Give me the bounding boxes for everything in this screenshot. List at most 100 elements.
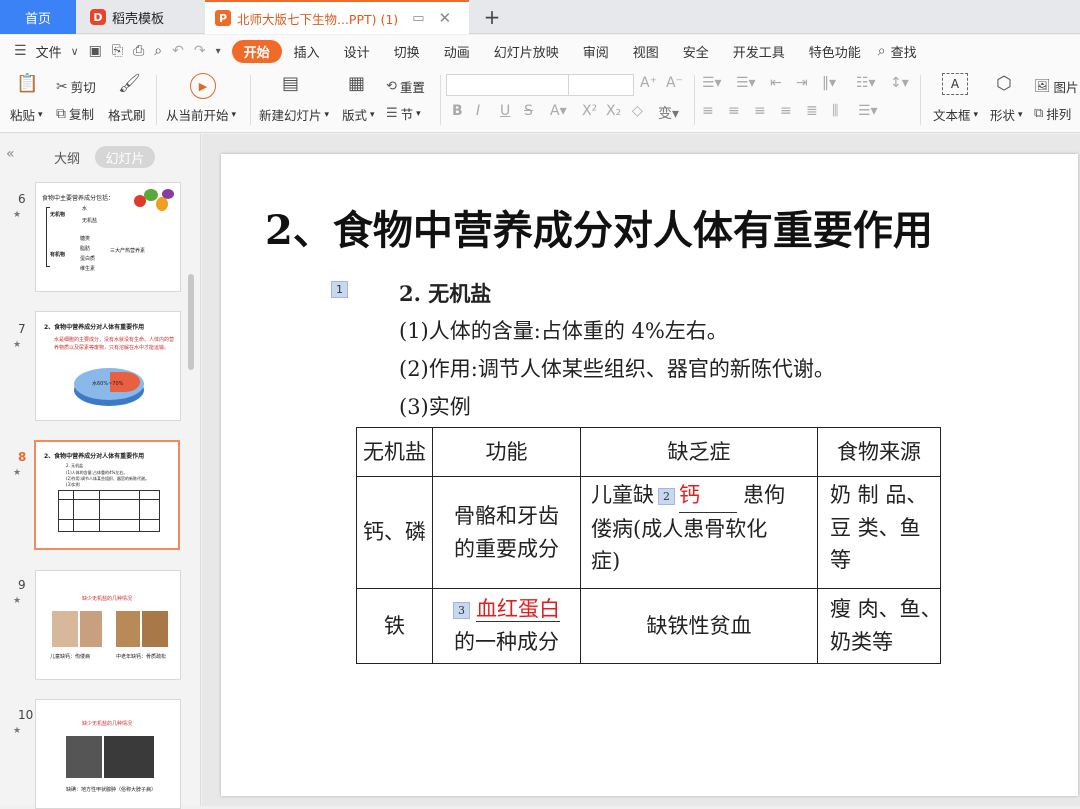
mineral-table[interactable]: 无机盐 功能 缺乏症 食物来源 钙、磷 骨骼和牙齿 的重要成分 儿童缺 2 钙患佝 …: [356, 427, 942, 664]
subscript-icon[interactable]: X₂: [606, 103, 621, 119]
tab-home[interactable]: 首页: [0, 0, 76, 34]
save-icon[interactable]: ▣: [84, 43, 107, 59]
tab-templates[interactable]: D 稻壳模板: [76, 0, 202, 34]
copy-button[interactable]: ⧉ 复制: [56, 104, 94, 123]
tab-document-label: 北师大版七下生物...PPT) (1): [237, 11, 399, 27]
cut-button[interactable]: ✂ 剪切: [56, 77, 96, 96]
print-icon[interactable]: ⎙: [128, 43, 149, 59]
paste-button[interactable]: 粘贴 ▾: [10, 105, 43, 124]
tab-document[interactable]: P 北师大版七下生物...PPT) (1) ▭ ✕: [205, 0, 469, 34]
numbered-list-icon[interactable]: ☰▾: [736, 75, 756, 91]
bold-icon[interactable]: B: [452, 103, 463, 119]
columns-icon[interactable]: ⫼: [832, 103, 838, 119]
distribute-icon[interactable]: ≣: [806, 103, 818, 119]
shape-icon[interactable]: ⬡: [996, 73, 1012, 94]
grow-font-icon[interactable]: A⁺: [640, 75, 657, 91]
slide-thumbnail-6[interactable]: 食物中主要营养成分包括： 无机物 水 无机盐 有机物 糖类 脂肪 蛋白质 维生素…: [35, 182, 181, 292]
export-icon[interactable]: ⎘: [107, 43, 128, 59]
thumb-title: 缺少无机盐的几种情况: [82, 721, 133, 727]
decrease-indent-icon[interactable]: ⇤: [770, 75, 782, 91]
menu-item-developer[interactable]: 开发工具: [721, 42, 797, 61]
align-text-icon[interactable]: ☷▾: [856, 75, 876, 91]
section-button[interactable]: ☰ 节 ▾: [386, 104, 421, 123]
clear-format-icon[interactable]: ◇: [632, 103, 643, 119]
more-icon[interactable]: ▾: [211, 46, 226, 57]
redo-icon[interactable]: ↷: [189, 43, 211, 59]
textbox-button[interactable]: 文本框 ▾: [933, 105, 978, 124]
menu-item-design[interactable]: 设计: [332, 42, 382, 61]
picture-button[interactable]: 🖼 图片: [1034, 77, 1079, 96]
content-line[interactable]: (3)实例: [399, 391, 471, 421]
font-color-icon[interactable]: A▾: [550, 103, 567, 119]
menu-item-insert[interactable]: 插入: [282, 42, 332, 61]
animation-marker[interactable]: 2: [658, 488, 675, 505]
undo-icon[interactable]: ↶: [167, 43, 189, 59]
panel-scrollbar[interactable]: [188, 274, 194, 370]
play-from-current-button[interactable]: 从当前开始 ▾: [166, 105, 236, 124]
file-menu[interactable]: 文件: [32, 42, 66, 61]
italic-icon[interactable]: I: [476, 103, 480, 119]
content-line[interactable]: (2)作用:调节人体某些组织、器官的新陈代谢。: [399, 353, 835, 383]
menu-item-review[interactable]: 审阅: [571, 42, 621, 61]
slide-thumbnail-7[interactable]: 2、食物中营养成分对人体有重要作用 水是细胞的主要成分，没有水就没有生命。人体内…: [35, 311, 181, 421]
line-spacing-icon[interactable]: ↕▾: [890, 75, 909, 91]
paste-icon[interactable]: 📋: [16, 73, 38, 94]
layout-icon[interactable]: ▦: [348, 73, 365, 94]
format-painter-button[interactable]: 格式刷: [108, 105, 146, 124]
new-slide-button[interactable]: 新建幻灯片 ▾: [259, 105, 329, 124]
format-painter-icon[interactable]: 🖌: [118, 73, 141, 94]
collapse-panel-icon[interactable]: «: [6, 146, 15, 162]
tab-outline[interactable]: 大纲: [54, 148, 80, 167]
justify-icon[interactable]: ≡: [780, 103, 792, 119]
font-size-select[interactable]: [568, 74, 634, 96]
slide-thumbnail-8[interactable]: 2、食物中营养成分对人体有重要作用 2. 无机盐 (1)人体的含量:占体重的4%…: [34, 440, 180, 550]
new-tab-button[interactable]: +: [472, 0, 512, 34]
shape-button[interactable]: 形状 ▾: [990, 105, 1023, 124]
slide-thumbnail-10[interactable]: 缺少无机盐的几种情况 缺碘：地方性甲状腺肿（俗称大脖子病）: [35, 699, 181, 809]
strikethrough-icon[interactable]: S: [524, 103, 533, 119]
current-slide[interactable]: 2、食物中营养成分对人体有重要作用 1 2. 无机盐 (1)人体的含量:占体重的…: [221, 154, 1078, 796]
align-right-icon[interactable]: ≡: [754, 103, 766, 119]
answer-blank[interactable]: 血红蛋白: [476, 597, 560, 623]
text-direction-icon[interactable]: ‖▾: [822, 75, 836, 91]
hamburger-icon[interactable]: ☰: [0, 43, 32, 59]
reset-button[interactable]: ⟲ 重置: [386, 77, 425, 96]
animation-marker[interactable]: 1: [331, 281, 348, 298]
menu-item-home[interactable]: 开始: [231, 39, 282, 63]
textbox-icon[interactable]: A: [942, 73, 968, 95]
content-line[interactable]: (1)人体的含量:占体重的 4%左右。: [399, 315, 728, 345]
popout-icon[interactable]: ▭: [412, 11, 424, 26]
slide-title[interactable]: 2、食物中营养成分对人体有重要作用: [265, 198, 933, 256]
slide-number: 6: [18, 192, 26, 206]
slide-thumbnail-9[interactable]: 缺少无机盐的几种情况 儿童缺钙：佝偻病 中老年缺钙：骨质疏松: [35, 570, 181, 680]
print-preview-icon[interactable]: ⌕: [149, 43, 167, 59]
new-slide-icon[interactable]: ▤: [282, 73, 299, 94]
font-family-select[interactable]: [446, 74, 570, 96]
menu-item-features[interactable]: 特色功能: [797, 42, 873, 61]
menu-item-view[interactable]: 视图: [621, 42, 671, 61]
search-button[interactable]: 查找: [891, 42, 929, 61]
increase-indent-icon[interactable]: ⇥: [796, 75, 808, 91]
answer-blank[interactable]: 钙: [679, 479, 737, 513]
play-icon[interactable]: ▶: [190, 73, 216, 99]
align-left-icon[interactable]: ≡: [702, 103, 714, 119]
superscript-icon[interactable]: X²: [582, 103, 597, 119]
animation-marker[interactable]: 3: [453, 602, 470, 620]
phonetic-icon[interactable]: 变▾: [658, 103, 679, 123]
paragraph-icon[interactable]: ☰▾: [858, 103, 878, 119]
shrink-font-icon[interactable]: A⁻: [666, 75, 683, 91]
menu-item-security[interactable]: 安全: [671, 42, 721, 61]
menu-item-transition[interactable]: 切换: [382, 42, 432, 61]
underline-icon[interactable]: U: [500, 103, 510, 119]
search-icon[interactable]: ⌕: [873, 43, 891, 59]
arrange-button[interactable]: ⧉ 排列: [1034, 104, 1071, 123]
subheading[interactable]: 2. 无机盐: [399, 278, 491, 308]
menu-item-animation[interactable]: 动画: [432, 42, 482, 61]
menu-item-slideshow[interactable]: 幻灯片放映: [482, 42, 571, 61]
chevron-down-icon[interactable]: ∨: [66, 45, 84, 58]
layout-button[interactable]: 版式 ▾: [342, 105, 375, 124]
bullet-list-icon[interactable]: ☰▾: [702, 75, 722, 91]
tab-slides[interactable]: 幻灯片: [95, 146, 155, 168]
align-center-icon[interactable]: ≡: [728, 103, 740, 119]
close-tab-icon[interactable]: ✕: [439, 9, 452, 27]
